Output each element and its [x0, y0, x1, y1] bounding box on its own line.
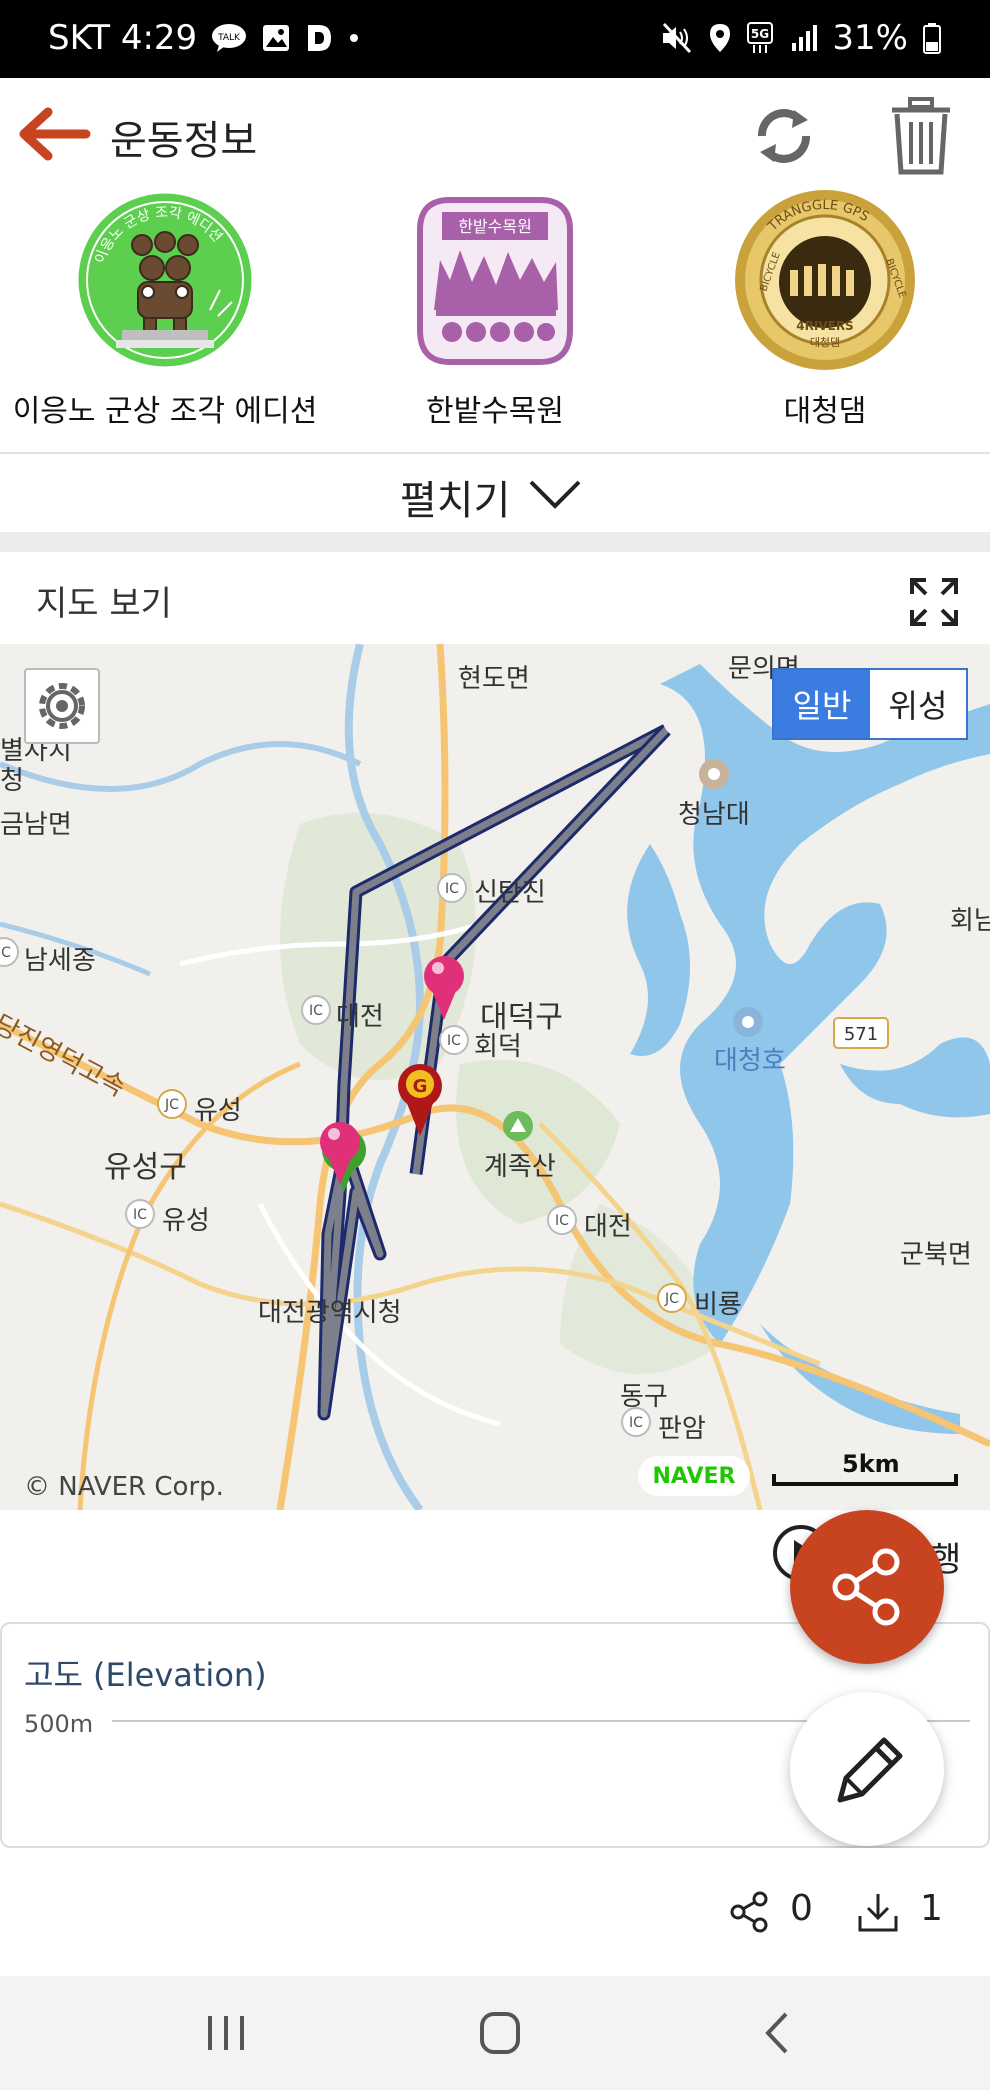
map-section-header: 지도 보기: [0, 552, 990, 644]
trash-icon[interactable]: [888, 96, 954, 176]
place-label: 대전: [584, 1212, 632, 1242]
share-count-icon[interactable]: [728, 1890, 772, 1934]
place-label: 비룡: [694, 1290, 742, 1320]
ic-marker: IC: [555, 1213, 569, 1229]
home-icon[interactable]: [470, 2006, 530, 2060]
ic-marker: IC: [447, 1033, 461, 1049]
map-type-satellite-button[interactable]: 위성: [870, 670, 966, 738]
map-type-normal-button[interactable]: 일반: [774, 670, 870, 738]
place-label: 대청호: [714, 1046, 786, 1076]
system-nav-bar: [0, 1976, 990, 2090]
carrier-time: SKT 4:29: [48, 18, 198, 58]
ic-marker: IC: [629, 1415, 643, 1431]
share-icon: [832, 1548, 900, 1626]
jc-marker: JC: [164, 1097, 179, 1113]
share-count: 0: [790, 1888, 813, 1929]
refresh-icon[interactable]: [748, 100, 820, 172]
map-scale: 5km: [772, 1450, 962, 1486]
place-label: 유성: [194, 1096, 242, 1126]
badge-text-name: 대청댐: [810, 336, 840, 349]
back-arrow-icon[interactable]: [18, 106, 92, 162]
location-icon: [708, 22, 732, 54]
place-label: 현도면: [458, 664, 530, 694]
download-icon[interactable]: [856, 1890, 900, 1934]
svg-text:G: G: [413, 1076, 428, 1097]
network-type: 5G: [751, 27, 769, 41]
elevation-title: 고도 (Elevation): [24, 1656, 267, 1694]
badge-label: 한밭수목원: [426, 394, 564, 429]
battery-icon: [922, 22, 942, 54]
section-gap: [0, 532, 990, 552]
map-section-title: 지도 보기: [36, 584, 172, 624]
place-label: 대전광역시청: [258, 1298, 402, 1328]
badge-leeungno-icon: 이응노 군상 조각 에디션: [70, 190, 260, 370]
route-map[interactable]: IC IC IC JC IC IC JC IC IC 571: [0, 644, 990, 1510]
place-label: 판암: [658, 1414, 706, 1444]
talk-icon: TALK: [211, 23, 247, 53]
fullscreen-icon[interactable]: [908, 576, 960, 628]
chevron-down-icon: [528, 476, 582, 512]
back-nav-icon[interactable]: [748, 2006, 808, 2060]
stats-row: 0 1: [0, 1848, 990, 1976]
jc-marker: JC: [664, 1291, 679, 1307]
ic-marker: IC: [309, 1003, 323, 1019]
app-header: 운동정보: [0, 78, 990, 188]
place-label: 유성: [162, 1206, 210, 1236]
badge-label: 대청댐: [783, 394, 867, 429]
ic-marker: IC: [133, 1207, 147, 1223]
recent-apps-icon[interactable]: [196, 2006, 256, 2060]
naver-logo: NAVER: [638, 1456, 750, 1496]
dot-icon: [347, 31, 361, 45]
ic-marker: IC: [0, 945, 11, 961]
map-canvas: IC IC IC JC IC IC JC IC IC 571: [0, 644, 990, 1510]
share-fab-button[interactable]: [790, 1510, 944, 1664]
place-label: 계족산: [484, 1152, 556, 1182]
map-settings-gear-icon[interactable]: [24, 668, 100, 744]
svg-text:TALK: TALK: [217, 33, 241, 43]
d-app-icon: [305, 23, 333, 53]
badge-text: 한밭수목원: [458, 217, 532, 236]
place-label: 회남: [950, 906, 990, 936]
badge-hanbat-arboretum-icon: 한밭수목원: [400, 190, 590, 370]
battery-percent: 31%: [832, 18, 908, 58]
badge-row: 이응노 군상 조각 에디션 이응노 군상 조각 에디션 한밭수목원 한밭수목원 …: [0, 188, 990, 452]
badge-label: 이응노 군상 조각 에디션: [12, 394, 318, 429]
badge-text-bottom: 4RIVERS: [796, 319, 853, 333]
ic-marker: IC: [445, 881, 459, 897]
map-type-toggle: 일반 위성: [772, 668, 968, 740]
signal-icon: [790, 23, 818, 53]
place-label: 대전: [336, 1002, 384, 1032]
place-label: 군북면: [900, 1240, 972, 1270]
status-bar: SKT 4:29 TALK 5G 31%: [0, 0, 990, 78]
pencil-icon: [837, 1737, 903, 1803]
map-scale-bar: [772, 1474, 958, 1486]
road-number: 571: [844, 1024, 878, 1045]
map-copyright: © NAVER Corp.: [24, 1472, 224, 1502]
place-label: 청남대: [678, 800, 750, 830]
page-title: 운동정보: [110, 118, 258, 164]
place-label: 남세종: [24, 946, 96, 976]
mute-icon: [660, 22, 694, 54]
place-label: 유성구: [104, 1150, 187, 1185]
place-label: 회덕: [474, 1032, 522, 1062]
expand-label: 펼치기: [400, 478, 511, 524]
edit-fab-button[interactable]: [790, 1692, 944, 1846]
expand-button[interactable]: 펼치기: [0, 454, 990, 532]
place-label: 신탄진: [474, 878, 546, 908]
place-label: 청: [0, 766, 24, 796]
download-count: 1: [920, 1888, 943, 1929]
badge-daecheong-dam-icon: TRANGGLE GPS BICYCLE BICYCLE 4RIVERS 대청댐: [730, 190, 920, 370]
elevation-tick-label: 500m: [24, 1710, 94, 1738]
network-5g-icon: 5G: [746, 21, 776, 55]
gallery-icon: [261, 23, 291, 53]
place-label: 금남면: [0, 810, 72, 840]
